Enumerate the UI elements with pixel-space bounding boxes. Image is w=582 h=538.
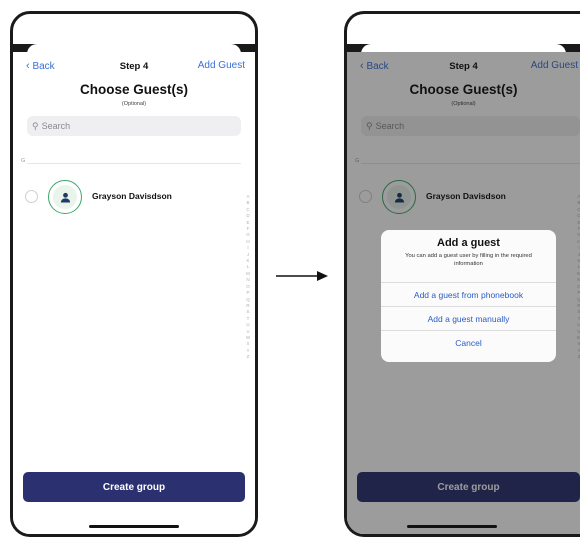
add-from-phonebook-button[interactable]: Add a guest from phonebook — [381, 282, 556, 307]
cancel-button[interactable]: Cancel — [381, 330, 556, 355]
divider — [27, 163, 241, 164]
section-letter: G — [21, 158, 26, 164]
page-subtitle: (Optional) — [121, 101, 147, 107]
person-icon — [60, 192, 70, 203]
add-guest-button[interactable]: Add Guest — [198, 60, 245, 71]
avatar-inner — [53, 185, 77, 209]
search-input[interactable]: ⚲ Search — [27, 116, 241, 136]
dialog-message: You can add a guest user by filling in t… — [405, 253, 532, 267]
add-manually-button[interactable]: Add a guest manually — [381, 306, 556, 331]
nav-bar: ‹ Back Step 4 Add Guest — [13, 60, 255, 74]
screen: ‹ Back Step 4 Add Guest Choose Guest(s) … — [347, 52, 580, 534]
dialog-title: Add a guest — [437, 237, 500, 249]
screen: ‹ Back Step 4 Add Guest Choose Guest(s) … — [13, 52, 255, 534]
search-icon: ⚲ — [32, 120, 39, 131]
alphabet-index[interactable]: ABCDEFGHIJKLMNOPQRSTUVWXYZ — [245, 194, 251, 361]
home-indicator — [89, 525, 179, 528]
guest-name: Grayson Davisdson — [92, 191, 172, 201]
select-radio[interactable] — [25, 190, 38, 203]
phone-before: ‹ Back Step 4 Add Guest Choose Guest(s) … — [10, 11, 258, 537]
add-guest-dialog: Add a guest You can add a guest user by … — [381, 230, 556, 362]
search-placeholder: Search — [41, 121, 71, 131]
create-group-button[interactable]: Create group — [23, 472, 245, 502]
avatar — [48, 180, 82, 214]
arrow-right-icon — [276, 271, 328, 281]
phone-after: ‹ Back Step 4 Add Guest Choose Guest(s) … — [344, 11, 580, 537]
guest-row[interactable]: Grayson Davisdson — [13, 180, 255, 216]
index-letter[interactable]: Z — [247, 354, 250, 360]
page-title: Choose Guest(s) — [79, 82, 188, 97]
